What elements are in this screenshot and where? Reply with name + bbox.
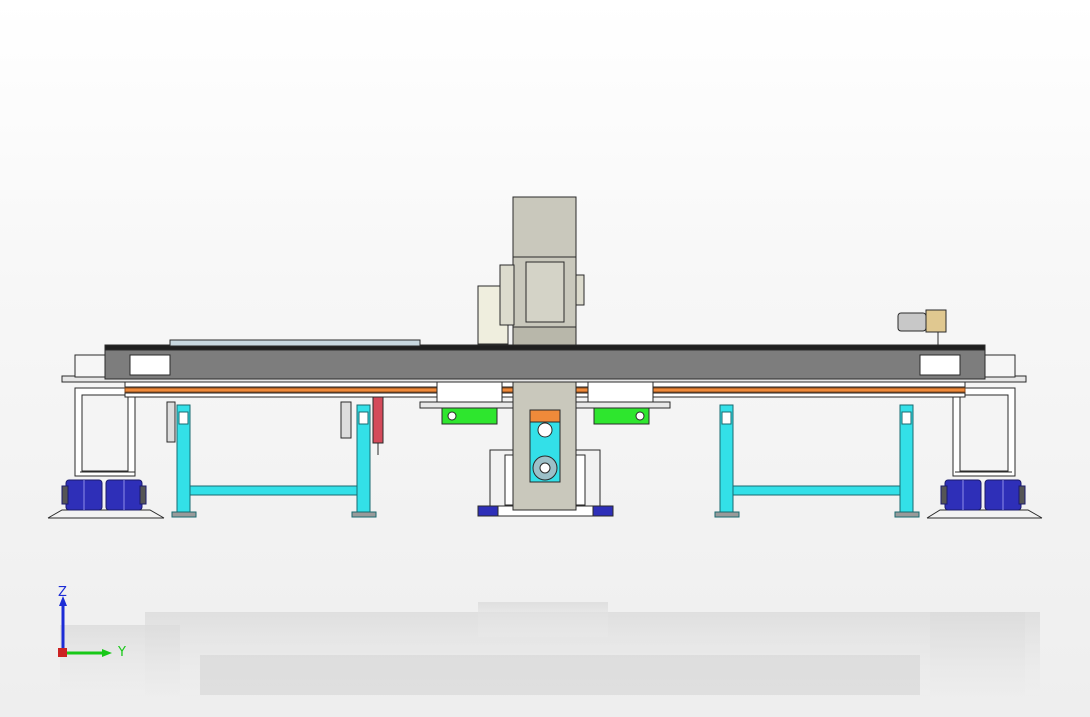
y-axis-arrowhead [102, 649, 112, 657]
y-axis-label: Y [118, 645, 126, 660]
cad-graphics-viewport[interactable]: Z Y [0, 0, 1090, 717]
left-pneumatic-valves [166, 394, 384, 455]
left-drive-motors [61, 479, 147, 511]
gantry-machine-model[interactable] [0, 0, 1090, 717]
gantry-beam [61, 339, 1027, 383]
floor-reflection [60, 602, 1040, 707]
coordinate-triad: Z Y [40, 580, 150, 670]
triad-axes [58, 596, 112, 657]
right-table-frame [714, 404, 920, 518]
z-axis-label: Z [58, 585, 67, 600]
beam-end-motor [897, 309, 947, 345]
right-drive-motors [940, 479, 1026, 511]
x-axis-origin [58, 648, 67, 657]
